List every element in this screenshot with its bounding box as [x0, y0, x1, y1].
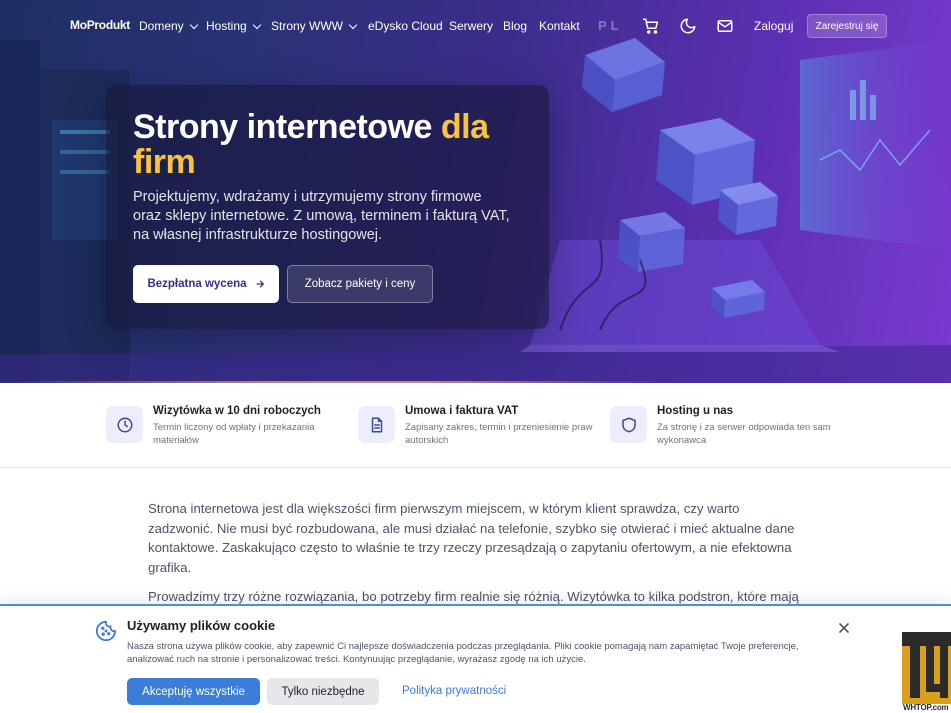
nav-item-strony-www[interactable]: Strony WWW	[271, 19, 358, 33]
login-link[interactable]: Zaloguj	[754, 19, 793, 33]
nav-item-label: Kontakt	[539, 19, 580, 33]
cookie-banner: Używamy plików cookie Nasza strona używa…	[0, 604, 951, 713]
nav-item-label: Domeny	[139, 19, 184, 33]
nav-item-label: Strony WWW	[271, 19, 343, 33]
privacy-policy-link[interactable]: Polityka prywatności	[402, 685, 506, 697]
moon-icon[interactable]	[679, 17, 697, 35]
register-button[interactable]: Zarejestruj się	[807, 14, 887, 38]
feature-title: Wizytówka w 10 dni roboczych	[153, 405, 321, 417]
features-strip: Wizytówka w 10 dni roboczych Termin licz…	[0, 383, 951, 468]
feature-description: Zapisany zakres, termin i przeniesienie …	[405, 422, 593, 446]
necessary-only-button[interactable]: Tylko niezbędne	[267, 678, 379, 705]
nav-item-kontakt[interactable]: Kontakt	[539, 19, 580, 33]
chevron-down-icon	[348, 20, 358, 29]
nav-item-domeny[interactable]: Domeny	[139, 19, 198, 33]
cart-icon[interactable]	[642, 17, 660, 35]
feature-title: Hosting u nas	[657, 405, 734, 417]
nav-item-serwery[interactable]: Serwery	[449, 19, 493, 33]
clock-icon	[117, 417, 132, 432]
whtop-logo	[902, 632, 951, 704]
top-navigation: MoProdukt Domeny Hosting Strony WWW eDys…	[0, 0, 951, 52]
shield-icon	[621, 417, 636, 432]
cookie-text: Nasza strona używa plików cookie, aby za…	[127, 641, 799, 665]
feature-description: Termin liczony od wpłaty i przekazania m…	[153, 422, 315, 446]
arrow-right-icon	[255, 280, 264, 288]
nav-item-label: Serwery	[449, 19, 494, 33]
free-quote-label: Bezpłatna wycena	[147, 278, 247, 290]
feature-title: Umowa i faktura VAT	[405, 405, 519, 417]
feature-icon-box	[358, 406, 395, 443]
hero-title: Strony internetowe dla firm	[133, 110, 533, 180]
nav-item-hosting[interactable]: Hosting	[206, 19, 261, 33]
cookie-title: Używamy plików cookie	[127, 618, 276, 633]
mail-icon[interactable]	[716, 17, 734, 35]
language-switcher[interactable]: PL	[598, 18, 623, 33]
document-icon	[371, 417, 382, 432]
hero-title-main: Strony internetowe	[133, 108, 441, 146]
watermark-text: WHTOP.com	[903, 703, 949, 712]
hero-description: Projektujemy, wdrażamy i utrzymujemy str…	[133, 189, 510, 243]
nav-item-label: Blog	[503, 19, 528, 33]
nav-item-label: Hosting	[206, 19, 247, 33]
feature-icon-box	[106, 406, 143, 443]
chevron-down-icon	[189, 20, 198, 29]
see-packages-button[interactable]: Zobacz pakiety i ceny	[287, 265, 433, 303]
nav-item-blog[interactable]: Blog	[503, 19, 527, 33]
feature-icon-box	[610, 406, 647, 443]
nav-item-edysko-cloud[interactable]: eDysko Cloud	[368, 19, 443, 33]
free-quote-button[interactable]: Bezpłatna wycena	[133, 265, 279, 303]
site-logo[interactable]: MoProdukt	[70, 18, 130, 32]
accept-all-button[interactable]: Akceptuję wszystkie	[127, 678, 260, 705]
chevron-down-icon	[252, 20, 261, 29]
feature-description: Za stronę i za serwer odpowiada ten sam …	[657, 422, 831, 446]
close-icon[interactable]	[838, 622, 850, 634]
content-paragraph: Strona internetowa jest dla większości f…	[148, 501, 795, 575]
cookie-icon	[95, 620, 117, 642]
nav-item-label: eDysko Cloud	[368, 19, 443, 33]
